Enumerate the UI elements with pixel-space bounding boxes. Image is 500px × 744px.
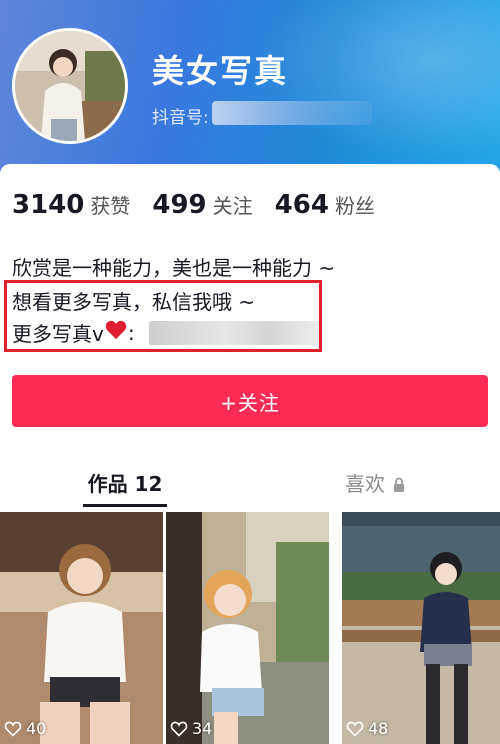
avatar-photo — [15, 31, 125, 141]
video-1-likes-count: 40 — [26, 719, 47, 738]
douyin-id-label: 抖音号: — [152, 108, 209, 128]
follow-button[interactable]: +关注 — [12, 375, 488, 427]
tab-likes-label: 喜欢 — [345, 471, 385, 496]
tab-works[interactable]: 作品 12 — [0, 460, 250, 504]
highlight-box — [4, 280, 322, 352]
bio-line-1: 欣赏是一种能力，美也是一种能力 ~ — [12, 256, 336, 280]
stats-row: 3140 获赞 499 关注 464 粉丝 — [12, 190, 397, 224]
tab-likes[interactable]: 喜欢 — [250, 460, 500, 504]
video-2-likes-count: 34 — [192, 719, 213, 738]
video-thumb-2-image — [166, 512, 329, 744]
profile-name: 美女写真 — [152, 52, 289, 90]
video-2-likes: 34 — [170, 719, 212, 738]
likes-label: 获赞 — [90, 194, 131, 218]
followers-count[interactable]: 464 — [275, 190, 329, 220]
video-thumb-2[interactable]: 34 — [166, 512, 329, 744]
video-thumb-3[interactable]: 48 — [342, 512, 500, 744]
video-thumb-1[interactable]: 40 — [0, 512, 163, 744]
active-tab-indicator — [83, 504, 167, 507]
heart-outline-icon — [4, 721, 22, 737]
video-3-likes-count: 48 — [368, 719, 389, 738]
lock-icon — [393, 474, 405, 492]
video-thumb-1-image — [0, 512, 163, 744]
video-grid: 40 34 48 — [0, 512, 500, 744]
likes-count: 3140 — [12, 190, 85, 220]
douyin-id-redacted — [212, 101, 372, 125]
video-3-likes: 48 — [346, 719, 388, 738]
video-thumb-3-image — [342, 512, 500, 744]
followers-label[interactable]: 粉丝 — [335, 190, 375, 219]
heart-outline-icon — [346, 721, 364, 737]
avatar[interactable] — [12, 28, 128, 144]
following-count[interactable]: 499 — [152, 190, 206, 220]
heart-outline-icon — [170, 721, 188, 737]
video-1-likes: 40 — [4, 719, 46, 738]
profile-header: 美女写真 抖音号: — [0, 0, 500, 172]
tab-bar: 作品 12 喜欢 — [0, 460, 500, 508]
following-label[interactable]: 关注 — [213, 190, 253, 219]
